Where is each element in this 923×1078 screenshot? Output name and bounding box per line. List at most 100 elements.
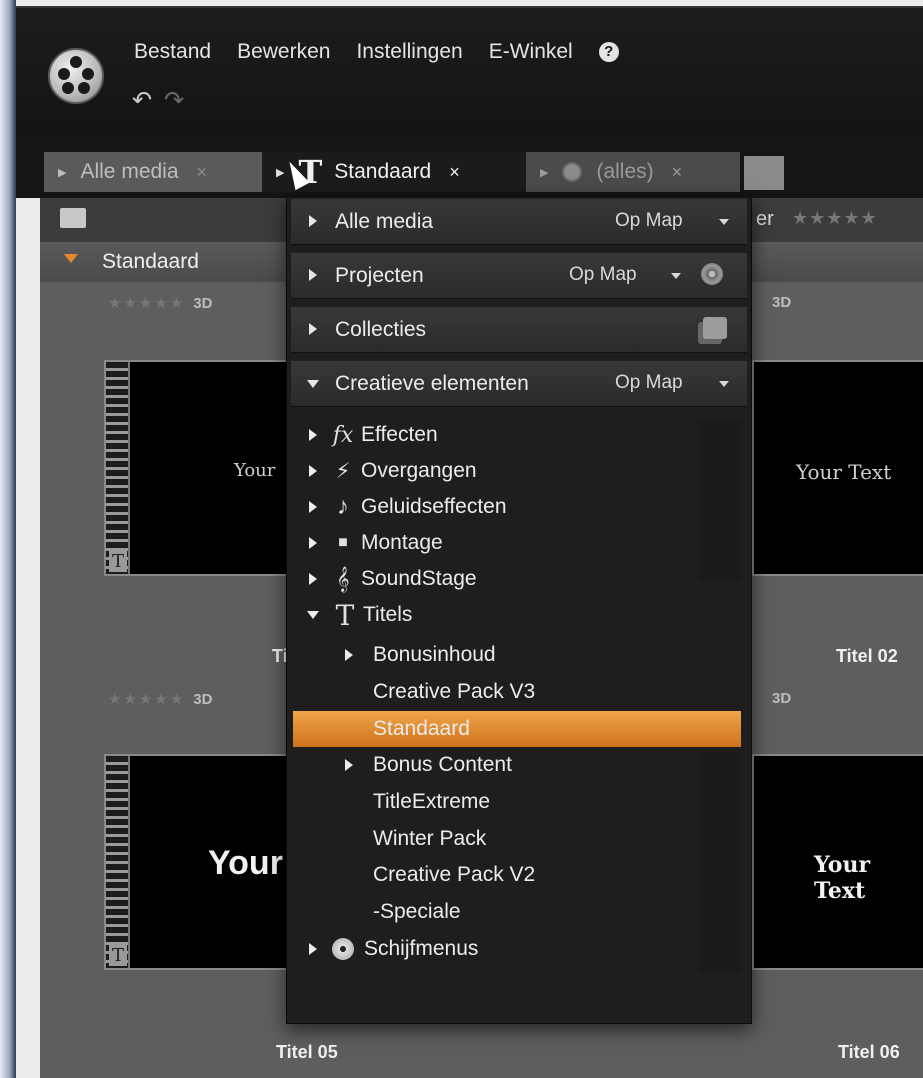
badge-3d: 3D — [772, 690, 792, 707]
tab-alle-media[interactable]: ▶ Alle media × — [44, 152, 262, 192]
section-projecten[interactable]: Projecten Op Map — [291, 253, 747, 299]
tree-item-label: Creative Pack V3 — [373, 680, 536, 703]
section-label: Collecties — [335, 318, 427, 341]
expand-arrow-icon[interactable] — [345, 649, 353, 661]
tab-expand-icon[interactable]: ▶ — [58, 166, 66, 179]
selected-row-highlight — [293, 711, 741, 747]
tree-item-label: Winter Pack — [373, 827, 487, 850]
thumbnail-preview-text: Your — [208, 844, 283, 882]
thumbnail-title: Titel 02 — [836, 646, 898, 666]
collection-name: Standaard — [102, 250, 199, 273]
section-creatieve-elementen[interactable]: Creatieve elementen Op Map — [291, 361, 747, 407]
expand-arrow-icon[interactable] — [309, 537, 317, 549]
section-alle-media[interactable]: Alle media Op Map — [291, 199, 747, 245]
filter-label: er — [756, 208, 774, 230]
expand-arrow-icon[interactable] — [309, 465, 317, 477]
filmstrip-icon — [106, 362, 130, 574]
thumbnail-preview-text: Your Text — [796, 460, 892, 484]
tree-item-bonusinhoud[interactable]: Bonusinhoud — [345, 637, 496, 673]
new-tab-button[interactable] — [744, 156, 784, 190]
tree-item-label: Standaard — [373, 717, 470, 740]
menu-e-winkel[interactable]: E-Winkel — [489, 40, 573, 64]
tree-item-winter-pack[interactable]: Winter Pack — [373, 821, 486, 857]
expand-arrow-icon[interactable] — [345, 759, 353, 771]
menu-bestand[interactable]: Bestand — [134, 40, 211, 64]
tree-item-label: Bonus Content — [373, 753, 512, 776]
tree-item-montage[interactable]: ■ Montage — [309, 525, 443, 561]
tree-item-label: Geluidseffecten — [361, 495, 507, 518]
tab-alles[interactable]: ▶ (alles) × — [526, 152, 740, 192]
folder-add-icon[interactable] — [60, 208, 86, 228]
rating-stars[interactable]: ★★★★★ 3D — [108, 690, 212, 708]
redo-icon[interactable]: ↷ — [164, 86, 184, 115]
badge-3d: 3D — [193, 691, 213, 708]
tree-item-label: Titels — [363, 603, 413, 626]
title-thumbnail[interactable]: Your Text — [752, 754, 923, 970]
tree-item-label: SoundStage — [361, 567, 477, 590]
tree-item-overgangen[interactable]: ⚡ Overgangen — [309, 453, 477, 489]
menu-instellingen[interactable]: Instellingen — [356, 40, 462, 64]
chevron-down-icon[interactable] — [719, 381, 729, 387]
expand-arrow-icon[interactable] — [309, 429, 317, 441]
collapse-arrow-icon[interactable] — [64, 254, 78, 263]
tab-close-icon[interactable]: × — [672, 162, 683, 183]
scrollbar-track[interactable] — [699, 753, 741, 973]
chevron-down-icon[interactable] — [671, 273, 681, 279]
tree-item-effecten[interactable]: fx Effecten — [309, 417, 438, 453]
rating-stars[interactable]: 3D — [764, 690, 791, 707]
add-disc-icon[interactable] — [701, 263, 723, 285]
tab-label: Standaard — [334, 160, 432, 183]
thumbnail-preview-text: Your — [234, 460, 276, 481]
tree-item-creative-pack-v3[interactable]: Creative Pack V3 — [373, 674, 535, 710]
badge-3d: 3D — [772, 294, 792, 311]
tree-item-geluidseffecten[interactable]: ♪ Geluidseffecten — [309, 489, 507, 525]
collapse-arrow-icon[interactable] — [307, 611, 319, 619]
music-note-icon: ♪ — [337, 493, 349, 520]
sort-op-map[interactable]: Op Map — [615, 210, 683, 232]
title-thumbnail[interactable]: T Your — [104, 754, 304, 970]
menu-bewerken[interactable]: Bewerken — [237, 40, 330, 64]
add-collection-icon[interactable] — [703, 317, 727, 339]
tree-item-speciale[interactable]: -Speciale — [373, 894, 461, 930]
expand-arrow-icon[interactable] — [309, 215, 317, 227]
expand-arrow-icon[interactable] — [309, 323, 317, 335]
rating-stars[interactable]: ★★★★★ 3D — [108, 294, 212, 312]
title-thumbnail[interactable]: Your Text — [752, 360, 923, 576]
tree-item-creative-pack-v2[interactable]: Creative Pack V2 — [373, 857, 535, 893]
help-icon[interactable]: ? — [598, 42, 619, 62]
expand-arrow-icon[interactable] — [309, 573, 317, 585]
title-thumbnail[interactable]: T Your — [104, 360, 304, 576]
app-window: Bestand Bewerken Instellingen E-Winkel ?… — [0, 0, 923, 1078]
expand-arrow-icon[interactable] — [309, 943, 317, 955]
tree-item-soundstage[interactable]: 𝄞 SoundStage — [309, 561, 477, 597]
tree-item-label: TitleExtreme — [373, 790, 491, 813]
section-label: Projecten — [335, 264, 424, 287]
section-collecties[interactable]: Collecties — [291, 307, 747, 353]
tree-item-bonus-content[interactable]: Bonus Content — [345, 747, 512, 783]
expand-arrow-icon[interactable] — [309, 501, 317, 513]
undo-icon[interactable]: ↶ — [132, 86, 152, 115]
rating-filter-stars[interactable]: ★★★★★ — [792, 208, 878, 229]
tab-expand-icon[interactable]: ▶ — [540, 166, 548, 179]
menu-bar: Bestand Bewerken Instellingen E-Winkel ? — [134, 40, 619, 64]
disc-icon — [332, 938, 354, 960]
chevron-down-icon[interactable] — [719, 219, 729, 225]
tree-item-schijfmenus[interactable]: Schijfmenus — [309, 931, 478, 967]
disc-icon — [562, 162, 583, 182]
rating-stars[interactable]: 3D — [764, 294, 791, 311]
scrollbar-track[interactable] — [699, 421, 741, 581]
tree-item-titels[interactable]: T Titels — [307, 597, 412, 633]
tab-close-icon[interactable]: × — [449, 162, 460, 183]
tree-item-label: Effecten — [361, 423, 438, 446]
collapse-arrow-icon[interactable] — [307, 380, 319, 388]
tab-label: (alles) — [596, 160, 654, 183]
sort-op-map[interactable]: Op Map — [569, 264, 637, 286]
tree-item-titleextreme[interactable]: TitleExtreme — [373, 784, 490, 820]
expand-arrow-icon[interactable] — [309, 269, 317, 281]
tab-close-icon[interactable]: × — [197, 162, 208, 183]
film-reel-logo-icon[interactable] — [48, 48, 104, 104]
montage-icon: ■ — [338, 534, 348, 551]
undo-redo-group: ↶ ↷ — [132, 86, 184, 115]
tree-item-standaard[interactable]: Standaard — [373, 711, 470, 747]
sort-op-map[interactable]: Op Map — [615, 372, 683, 394]
